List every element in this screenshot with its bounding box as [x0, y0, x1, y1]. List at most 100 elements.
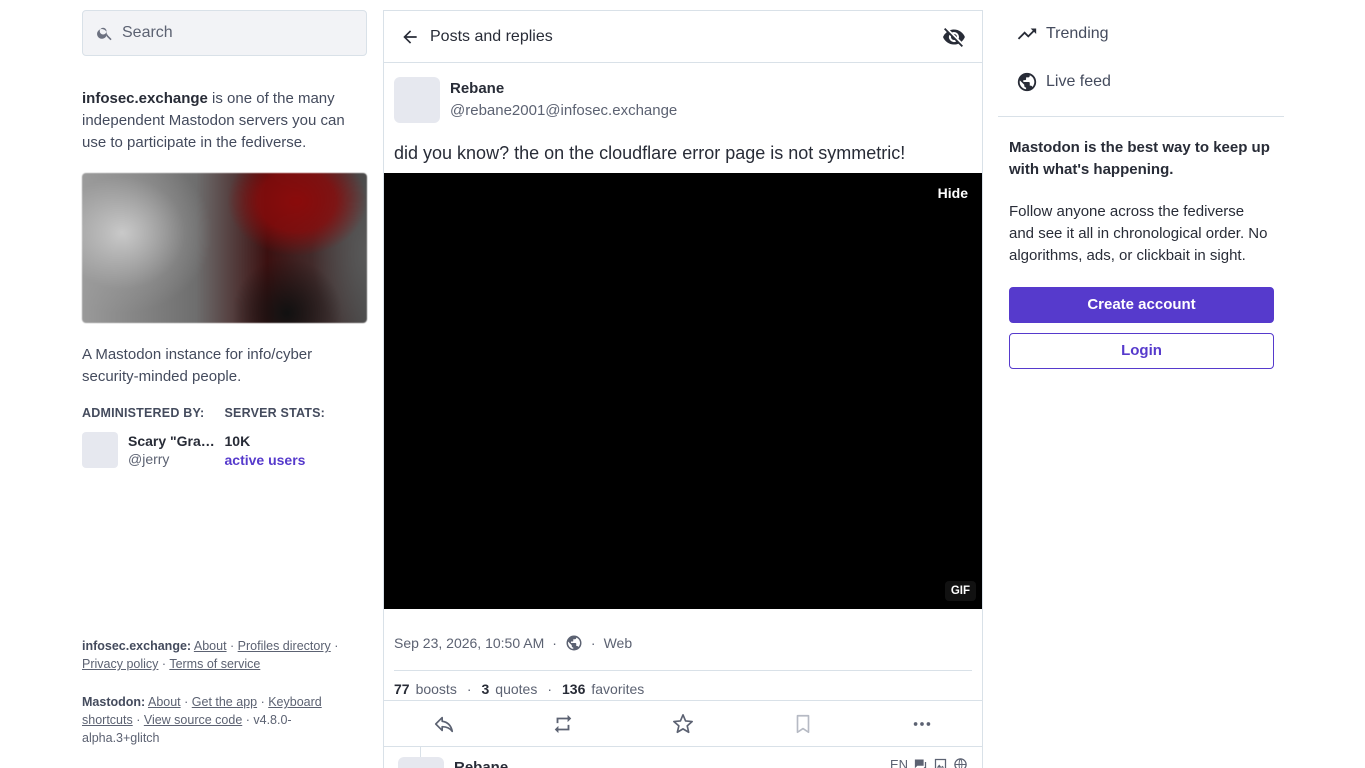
- reply-display-name[interactable]: Rebane: [454, 759, 508, 768]
- back-arrow-icon[interactable]: [400, 27, 420, 47]
- reply-post-preview[interactable]: Rebane EN: [384, 747, 982, 768]
- post-account-info: Rebane @rebane2001@infosec.exchange: [450, 78, 677, 122]
- signup-promo: Mastodon is the best way to keep up with…: [998, 137, 1284, 369]
- post-content: did you know? the on the cloudflare erro…: [394, 143, 906, 163]
- server-hero-image: [82, 173, 367, 323]
- bookmark-icon: [796, 714, 809, 733]
- thread-line: [420, 747, 421, 757]
- favorites-link[interactable]: 136 favorites: [562, 681, 644, 697]
- language-badge: EN: [889, 757, 908, 768]
- post: Rebane @rebane2001@infosec.exchange did …: [384, 63, 982, 166]
- thread-icon: [914, 759, 927, 768]
- separator: ·: [590, 635, 596, 651]
- boosts-label: boosts: [415, 681, 457, 697]
- right-sidebar: Trending Live feed Mastodon is the best …: [998, 10, 1284, 369]
- admin-info: Scary "Grandpa" Jerry @jerry: [128, 432, 220, 468]
- server-meta: ADMINISTERED BY: Scary "Grandpa" Jerry @…: [82, 406, 367, 470]
- avatar[interactable]: [394, 77, 440, 123]
- server-description: A Mastodon instance for info/cyber secur…: [82, 346, 313, 385]
- image-icon: [934, 758, 947, 768]
- nav-trending[interactable]: Trending: [998, 10, 1284, 58]
- active-users-label: active users: [224, 452, 306, 468]
- admin-name[interactable]: Scary "Grandpa" Jerry: [128, 432, 220, 450]
- nav-live-feed[interactable]: Live feed: [998, 58, 1284, 106]
- column-title: Posts and replies: [430, 27, 553, 45]
- bookmark-button[interactable]: [783, 709, 823, 739]
- footer: infosec.exchange: About · Profiles direc…: [82, 637, 352, 747]
- mastodon-footer-links: Mastodon: About · Get the app · Keyboard…: [82, 695, 322, 745]
- footer-terms-link[interactable]: Terms of service: [169, 657, 260, 671]
- server-domain: infosec.exchange: [82, 90, 208, 107]
- promo-body: Follow anyone across the fediverse and s…: [1009, 203, 1268, 264]
- post-details: Sep 23, 2026, 10:50 AM · · Web 77 boosts …: [394, 633, 972, 699]
- promo-title: Mastodon is the best way to keep up with…: [1009, 139, 1270, 178]
- separator: ·: [466, 681, 472, 697]
- server-footer-links: infosec.exchange: About · Profiles direc…: [82, 639, 339, 671]
- avatar[interactable]: [398, 757, 444, 768]
- active-users-count: 10K: [224, 433, 251, 449]
- search-icon: [97, 27, 112, 41]
- footer-profiles-directory-link[interactable]: Profiles directory: [238, 639, 331, 653]
- search-box[interactable]: [82, 10, 367, 56]
- eye-off-icon[interactable]: [942, 25, 966, 49]
- post-counts: 77 boosts · 3 quotes · 136 favorites: [394, 679, 972, 699]
- reply-icon: [434, 716, 453, 732]
- footer-server-label: infosec.exchange:: [82, 639, 192, 653]
- left-sidebar: infosec.exchange is one of the many inde…: [82, 10, 367, 470]
- server-stats-label: SERVER STATS:: [224, 406, 326, 420]
- post-application: Web: [603, 635, 633, 651]
- trending-icon: [1017, 28, 1037, 40]
- favorite-button[interactable]: [663, 709, 703, 739]
- globe-icon: [954, 758, 967, 768]
- footer-mastodon-label: Mastodon:: [82, 695, 146, 709]
- more-button[interactable]: [902, 709, 942, 739]
- globe-icon: [1017, 72, 1037, 92]
- nav-trending-label: Trending: [1046, 25, 1109, 42]
- administered-by-label: ADMINISTERED BY:: [82, 406, 205, 420]
- divider: [394, 670, 972, 671]
- footer-mastodon-about-link[interactable]: About: [148, 695, 181, 709]
- post-timestamp[interactable]: Sep 23, 2026, 10:50 AM: [394, 635, 544, 651]
- footer-privacy-policy-link[interactable]: Privacy policy: [82, 657, 158, 671]
- reply-meta: EN: [890, 757, 968, 768]
- more-horizontal-icon: [913, 721, 931, 726]
- admin-account[interactable]: Scary "Grandpa" Jerry @jerry: [82, 432, 225, 468]
- post-meta: Sep 23, 2026, 10:50 AM · · Web: [394, 633, 972, 653]
- hide-media-button[interactable]: Hide: [929, 180, 976, 206]
- footer-source-code-link[interactable]: View source code: [144, 713, 242, 727]
- boosts-count: 77: [394, 681, 410, 697]
- post-account[interactable]: Rebane @rebane2001@infosec.exchange: [394, 77, 972, 123]
- quotes-link[interactable]: 3 quotes: [482, 681, 538, 697]
- quotes-count: 3: [481, 681, 490, 697]
- footer-about-link[interactable]: About: [194, 639, 227, 653]
- boosts-link[interactable]: 77 boosts: [394, 681, 457, 697]
- separator: ·: [547, 681, 553, 697]
- admin-handle[interactable]: @jerry: [128, 450, 220, 468]
- favorites-label: favorites: [591, 681, 645, 697]
- quotes-label: quotes: [495, 681, 538, 697]
- media-gif[interactable]: Hide GIF: [384, 173, 982, 609]
- admin-section: ADMINISTERED BY: Scary "Grandpa" Jerry @…: [82, 406, 225, 470]
- boost-button[interactable]: [543, 709, 583, 739]
- reply-button[interactable]: [424, 709, 464, 739]
- column-header: Posts and replies: [384, 11, 982, 63]
- footer-get-app-link[interactable]: Get the app: [192, 695, 257, 709]
- admin-avatar[interactable]: [82, 432, 118, 468]
- stats-section: SERVER STATS: 10K active users: [225, 406, 368, 470]
- gif-badge: GIF: [944, 581, 976, 601]
- star-icon: [672, 713, 693, 733]
- separator: ·: [552, 635, 557, 651]
- globe-icon: [566, 635, 582, 651]
- login-button[interactable]: Login: [1009, 333, 1274, 369]
- nav-live-feed-label: Live feed: [1046, 73, 1111, 90]
- server-intro: infosec.exchange is one of the many inde…: [82, 88, 367, 154]
- post-action-bar: [384, 700, 982, 747]
- divider: [998, 116, 1284, 117]
- main-column: Posts and replies Rebane @rebane2001@inf…: [383, 10, 983, 768]
- post-display-name[interactable]: Rebane: [450, 78, 677, 100]
- search-input[interactable]: [122, 24, 352, 42]
- create-account-button[interactable]: Create account: [1009, 287, 1274, 323]
- boost-icon: [555, 714, 572, 733]
- favorites-count: 136: [562, 681, 586, 697]
- post-handle[interactable]: @rebane2001@infosec.exchange: [450, 100, 677, 122]
